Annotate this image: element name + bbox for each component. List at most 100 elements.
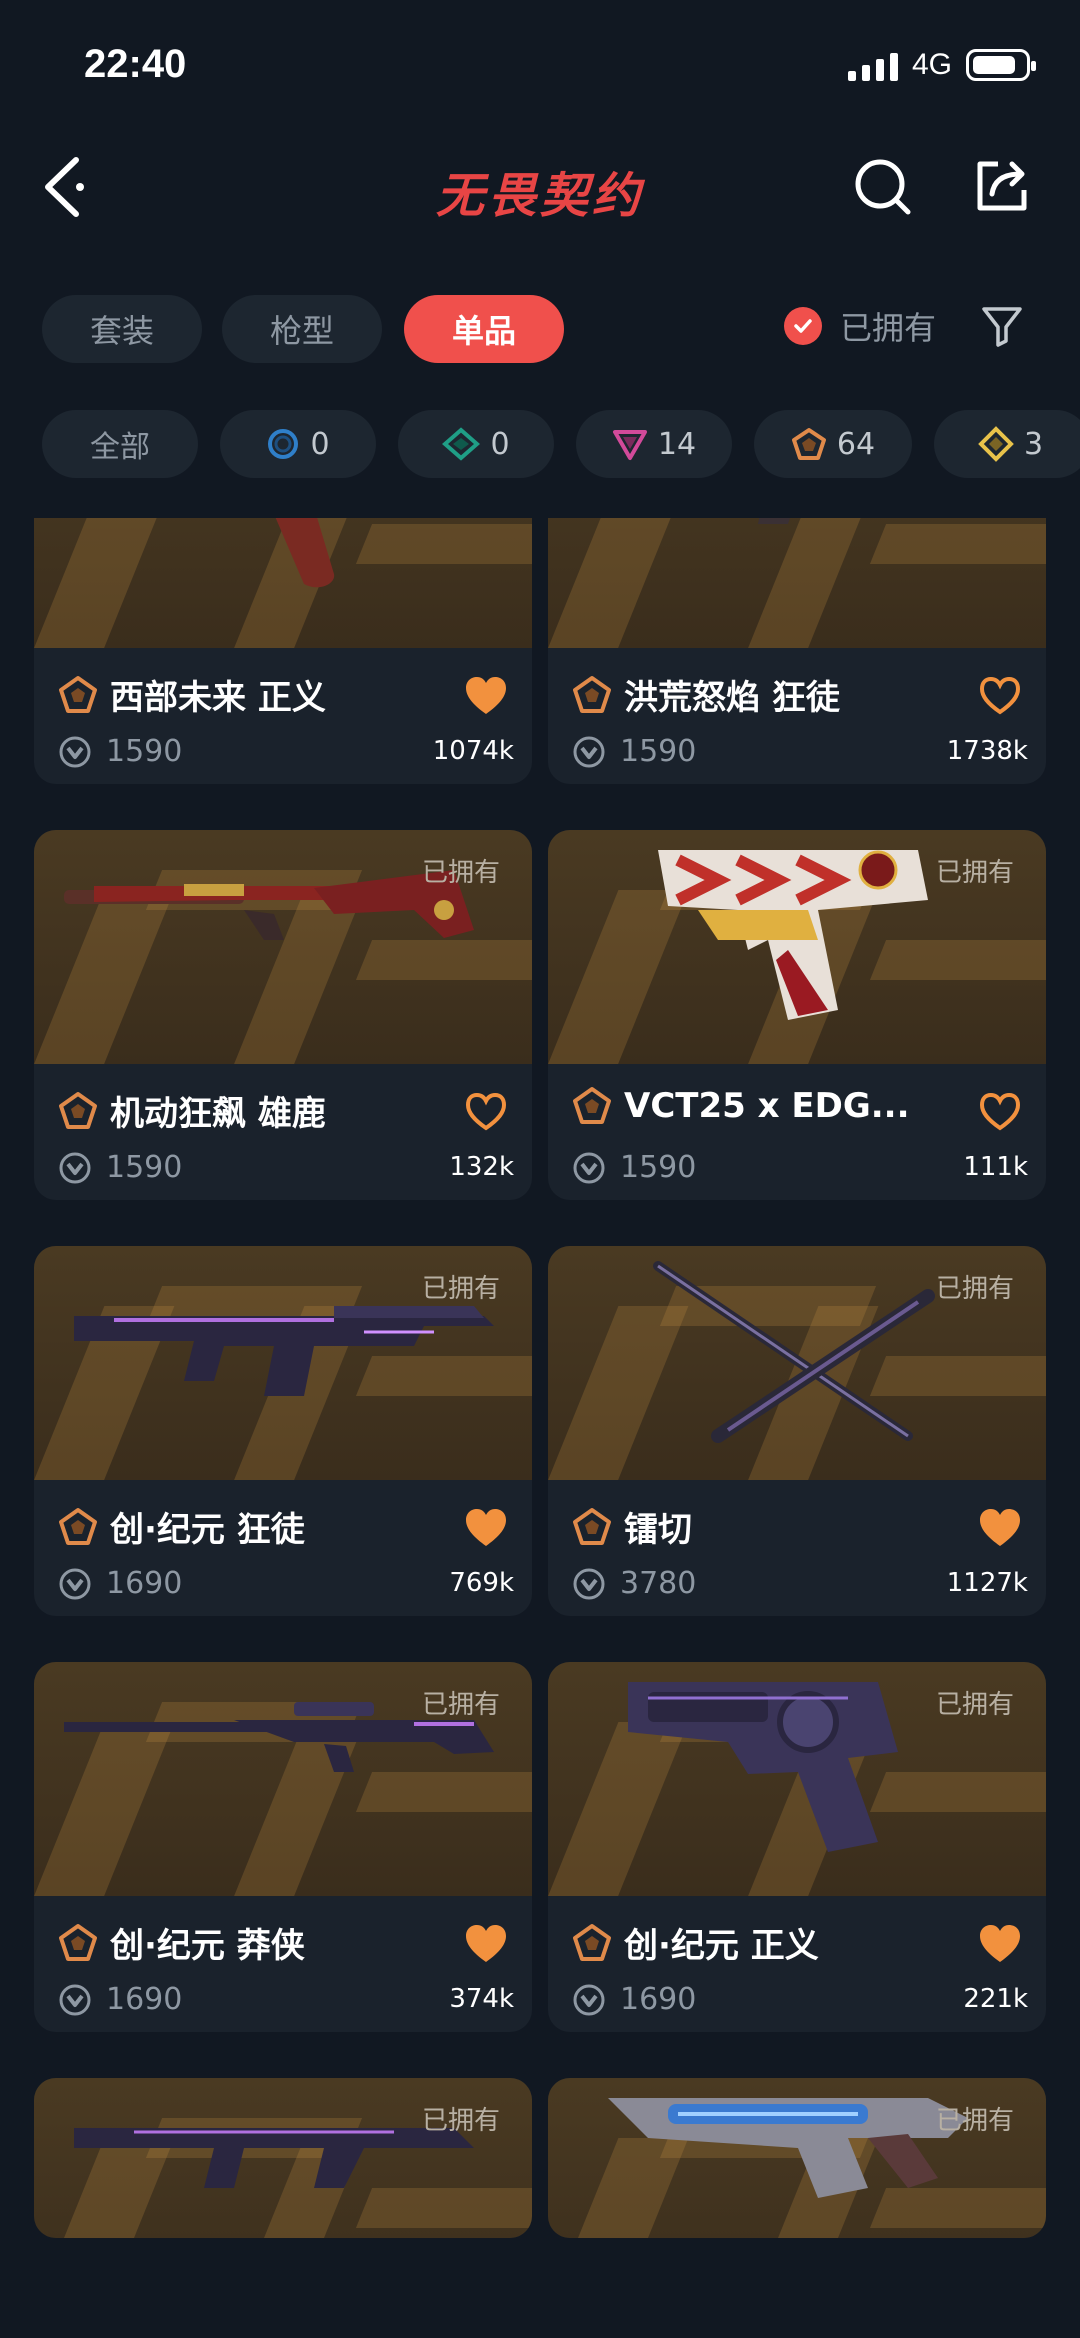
owned-badge: 已拥有 xyxy=(421,2106,500,2136)
chip-select-tier[interactable]: 0 xyxy=(220,410,376,478)
chip-exclusive-tier[interactable]: 3 xyxy=(934,410,1080,478)
owned-filter-toggle[interactable]: 已拥有 xyxy=(784,303,936,349)
chip-exclusive-count: 3 xyxy=(1024,426,1044,462)
weapon-preview-image: 已拥有 xyxy=(34,830,532,1064)
weapon-preview-image: 已拥有 xyxy=(34,518,532,648)
like-count: 111k xyxy=(963,1152,1028,1182)
item-price: 3780 xyxy=(620,1566,697,1601)
vp-currency-icon xyxy=(59,1984,91,2015)
item-price: 1690 xyxy=(106,1566,183,1601)
like-count: 1738k xyxy=(946,736,1028,766)
status-icons: 4G xyxy=(847,48,1036,82)
heart-filled-icon xyxy=(980,1509,1020,1546)
item-card[interactable]: 已拥有洪荒怒焰 狂徒 1590 1738k xyxy=(548,518,1046,784)
like-button[interactable] xyxy=(462,672,510,720)
vp-currency-icon xyxy=(59,736,91,767)
item-card[interactable]: 已拥有创·纪元 正义 1690 221k xyxy=(548,1662,1046,2032)
filter-button[interactable] xyxy=(980,303,1024,349)
item-name: VCT25 x EDG... xyxy=(624,1086,910,1126)
owned-badge: 已拥有 xyxy=(421,1274,500,1304)
tab-single-item[interactable]: 单品 xyxy=(404,295,564,363)
item-card[interactable]: 已拥有西部未来 正义 1590 1074k xyxy=(34,518,532,784)
owned-badge: 已拥有 xyxy=(935,2106,1014,2136)
weapon-preview-image: 已拥有 xyxy=(548,2078,1046,2238)
vp-currency-icon xyxy=(59,1152,91,1183)
category-tabs: 套装 枪型 单品 已拥有 xyxy=(0,295,1080,365)
like-button[interactable] xyxy=(976,1504,1024,1552)
like-count: 1127k xyxy=(946,1568,1028,1598)
weapon-revolver-image xyxy=(275,518,335,588)
premium-tier-icon xyxy=(612,430,647,460)
battery-icon xyxy=(966,49,1036,81)
ultra-tier-icon xyxy=(573,1087,611,1124)
item-card[interactable]: 已拥有 创·纪元 狂徒 1690 769k xyxy=(34,1246,532,1616)
tab-set[interactable]: 套装 xyxy=(42,295,202,363)
ultra-tier-icon xyxy=(59,1507,97,1545)
check-icon xyxy=(784,307,822,345)
page-title: 无畏契约 xyxy=(435,168,644,224)
like-button[interactable] xyxy=(976,1088,1024,1136)
chip-premium-tier[interactable]: 14 xyxy=(576,410,732,478)
chip-deluxe-tier[interactable]: 0 xyxy=(398,410,554,478)
item-name: 机动狂飙 雄鹿 xyxy=(110,1094,326,1134)
heart-filled-icon xyxy=(466,677,506,714)
ultra-tier-icon xyxy=(573,675,611,713)
heart-filled-icon xyxy=(466,1925,506,1962)
item-price: 1590 xyxy=(620,734,697,769)
item-grid: 已拥有西部未来 正义15901074k已拥有洪荒怒焰 狂徒15901738k已拥… xyxy=(0,518,1080,2298)
ultra-tier-icon xyxy=(573,1507,611,1545)
owned-badge: 已拥有 xyxy=(935,1690,1014,1720)
like-button[interactable] xyxy=(462,1504,510,1552)
chip-select-count: 0 xyxy=(310,426,330,462)
chip-deluxe-count: 0 xyxy=(490,426,510,462)
like-button[interactable] xyxy=(462,1920,510,1968)
chip-ultra-tier[interactable]: 64 xyxy=(754,410,912,478)
ultra-tier-icon xyxy=(59,1923,97,1961)
item-card[interactable]: 已拥有 xyxy=(548,2078,1046,2238)
tab-weapon-type[interactable]: 枪型 xyxy=(222,295,382,363)
item-title-row: 创·纪元 正义 xyxy=(572,1918,819,1967)
share-button[interactable] xyxy=(972,156,1032,216)
weapon-preview-image: 已拥有 xyxy=(34,1246,532,1480)
signal-icon xyxy=(847,49,898,81)
vp-currency-icon xyxy=(573,1152,605,1183)
vp-currency-icon xyxy=(573,736,605,767)
exclusive-tier-icon xyxy=(978,426,1014,462)
item-title-row: 洪荒怒焰 狂徒 xyxy=(572,670,840,719)
item-price-row: 1590 xyxy=(572,734,696,769)
item-card[interactable]: 已拥有 机动狂飙 雄鹿 1590 132k xyxy=(34,830,532,1200)
share-icon xyxy=(977,161,1027,211)
vp-currency-icon xyxy=(573,1984,605,2015)
chip-all[interactable]: 全部 xyxy=(42,410,198,478)
item-price-row: 1590 xyxy=(572,1150,696,1185)
like-button[interactable] xyxy=(976,672,1024,720)
chip-all-label: 全部 xyxy=(90,430,150,465)
item-name: 创·纪元 狂徒 xyxy=(110,1510,305,1550)
item-price-row: 1690 xyxy=(58,1982,182,2017)
status-time: 22:40 xyxy=(84,42,187,86)
weapon-preview-image: 已拥有 xyxy=(34,1662,532,1896)
select-tier-icon xyxy=(268,429,299,459)
owned-badge: 已拥有 xyxy=(421,1690,500,1720)
item-price-row: 1690 xyxy=(572,1982,696,2017)
item-card[interactable]: 已拥有镭切 3780 1127k xyxy=(548,1246,1046,1616)
heart-filled-icon xyxy=(466,1509,506,1546)
item-price-row: 3780 xyxy=(572,1566,696,1601)
chip-premium-count: 14 xyxy=(657,426,697,462)
item-price: 1690 xyxy=(106,1982,183,2017)
search-button[interactable] xyxy=(852,156,914,218)
like-button[interactable] xyxy=(462,1088,510,1136)
like-count: 221k xyxy=(963,1984,1028,2014)
weapon-preview-image: 已拥有 xyxy=(34,2078,532,2238)
owned-badge: 已拥有 xyxy=(935,1274,1014,1304)
item-title-row: 镭切 xyxy=(572,1502,692,1551)
like-button[interactable] xyxy=(976,1920,1024,1968)
item-title-row: 机动狂飙 雄鹿 xyxy=(58,1086,326,1135)
item-card[interactable]: 已拥有 创·纪元 莽侠 1690 374k xyxy=(34,1662,532,2032)
item-card[interactable]: 已拥有 xyxy=(34,2078,532,2238)
item-price: 1590 xyxy=(106,734,183,769)
item-price: 1590 xyxy=(620,1150,697,1185)
item-title-row: 西部未来 正义 xyxy=(58,670,326,719)
rarity-filter-row: 全部 0 0 14 64 3 xyxy=(0,410,1080,480)
item-card[interactable]: 已拥有 VCT25 x EDG... 1590 111k xyxy=(548,830,1046,1200)
